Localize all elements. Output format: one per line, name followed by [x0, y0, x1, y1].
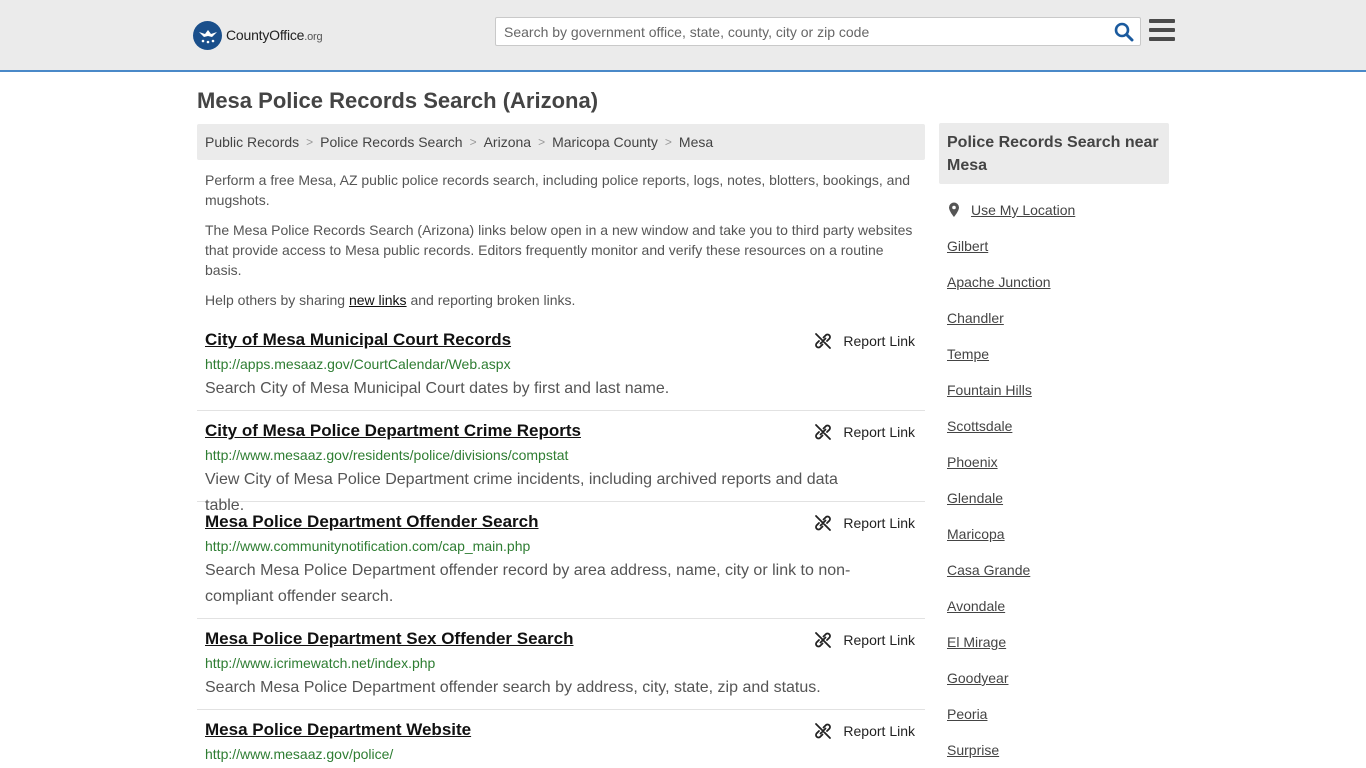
- result-description: Search City of Mesa Municipal Court date…: [205, 380, 670, 397]
- intro-paragraph-3: Help others by sharing new links and rep…: [205, 292, 576, 308]
- breadcrumb-arizona[interactable]: Arizona: [484, 134, 531, 150]
- search-input[interactable]: [496, 18, 1106, 45]
- report-link-label: Report Link: [843, 632, 915, 648]
- use-my-location-link[interactable]: Use My Location: [947, 202, 1075, 218]
- hamburger-menu-icon[interactable]: [1149, 19, 1175, 41]
- page-title: Mesa Police Records Search (Arizona): [197, 88, 599, 113]
- new-links-link[interactable]: new links: [349, 292, 407, 308]
- city-link[interactable]: Apache Junction: [947, 274, 1051, 290]
- city-link[interactable]: Glendale: [947, 490, 1003, 506]
- breadcrumb-public-records[interactable]: Public Records: [205, 134, 299, 150]
- city-link[interactable]: Casa Grande: [947, 562, 1030, 578]
- city-link[interactable]: Avondale: [947, 598, 1005, 614]
- chevron-right-icon: >: [538, 135, 546, 149]
- city-link[interactable]: Scottsdale: [947, 418, 1012, 434]
- chevron-right-icon: >: [306, 135, 314, 149]
- map-pin-icon: [949, 202, 959, 217]
- city-link[interactable]: Phoenix: [947, 454, 998, 470]
- search-box: [495, 17, 1141, 46]
- result-item: Mesa Police Department Offender Search R…: [197, 512, 925, 619]
- city-link[interactable]: Fountain Hills: [947, 382, 1032, 398]
- report-link-label: Report Link: [843, 723, 915, 739]
- city-link[interactable]: El Mirage: [947, 634, 1006, 650]
- result-url: http://apps.mesaaz.gov/CourtCalendar/Web…: [205, 356, 511, 372]
- sidebar-heading: Police Records Search near Mesa: [939, 123, 1169, 184]
- result-url: http://www.communitynotification.com/cap…: [205, 538, 531, 554]
- result-description: Search Mesa Police Department offender s…: [205, 679, 821, 696]
- broken-link-icon: [815, 515, 832, 531]
- result-url: http://www.icrimewatch.net/index.php: [205, 655, 436, 671]
- broken-link-icon: [815, 632, 832, 648]
- result-url: http://www.mesaaz.gov/police/: [205, 746, 394, 762]
- report-link-button[interactable]: Report Link: [814, 722, 915, 740]
- report-link-button[interactable]: Report Link: [814, 423, 915, 441]
- search-icon[interactable]: [1114, 22, 1134, 42]
- intro-paragraph-2: The Mesa Police Records Search (Arizona)…: [205, 222, 913, 278]
- breadcrumb-maricopa-county[interactable]: Maricopa County: [552, 134, 658, 150]
- city-link[interactable]: Surprise: [947, 742, 999, 758]
- city-link[interactable]: Chandler: [947, 310, 1004, 326]
- nearby-sidebar: Police Records Search near Mesa Use My L…: [939, 123, 1169, 758]
- city-link[interactable]: Gilbert: [947, 238, 988, 254]
- logo-wordmark: CountyOffice.org: [226, 27, 323, 43]
- result-title-link[interactable]: Mesa Police Department Sex Offender Sear…: [205, 629, 573, 649]
- city-link[interactable]: Maricopa: [947, 526, 1005, 542]
- broken-link-icon: [815, 424, 832, 440]
- result-title-link[interactable]: Mesa Police Department Offender Search: [205, 512, 539, 532]
- report-link-label: Report Link: [843, 515, 915, 531]
- city-link[interactable]: Tempe: [947, 346, 989, 362]
- result-description: Search Mesa Police Department offender r…: [205, 562, 851, 605]
- result-item: City of Mesa Police Department Crime Rep…: [197, 421, 925, 514]
- report-link-button[interactable]: Report Link: [814, 514, 915, 532]
- eagle-seal-icon: [193, 20, 222, 50]
- breadcrumb-police-records-search[interactable]: Police Records Search: [320, 134, 462, 150]
- top-header: CountyOffice.org: [0, 0, 1366, 72]
- broken-link-icon: [815, 333, 832, 349]
- city-link[interactable]: Goodyear: [947, 670, 1008, 686]
- report-link-button[interactable]: Report Link: [814, 332, 915, 350]
- site-logo[interactable]: CountyOffice.org: [193, 20, 323, 50]
- result-item: City of Mesa Municipal Court Records Rep…: [197, 330, 925, 411]
- intro-paragraph-1: Perform a free Mesa, AZ public police re…: [205, 172, 911, 208]
- result-url: http://www.mesaaz.gov/residents/police/d…: [205, 447, 569, 463]
- broken-link-icon: [815, 723, 832, 739]
- result-item: Mesa Police Department Website Report Li…: [197, 720, 925, 768]
- chevron-right-icon: >: [664, 135, 672, 149]
- result-title-link[interactable]: City of Mesa Municipal Court Records: [205, 330, 511, 350]
- city-link[interactable]: Peoria: [947, 706, 987, 722]
- result-title-link[interactable]: City of Mesa Police Department Crime Rep…: [205, 421, 581, 441]
- result-title-link[interactable]: Mesa Police Department Website: [205, 720, 471, 740]
- report-link-button[interactable]: Report Link: [814, 631, 915, 649]
- report-link-label: Report Link: [843, 333, 915, 349]
- result-item: Mesa Police Department Sex Offender Sear…: [197, 629, 925, 710]
- breadcrumb-mesa[interactable]: Mesa: [679, 134, 713, 150]
- report-link-label: Report Link: [843, 424, 915, 440]
- chevron-right-icon: >: [469, 135, 477, 149]
- breadcrumb: Public Records > Police Records Search >…: [197, 124, 925, 160]
